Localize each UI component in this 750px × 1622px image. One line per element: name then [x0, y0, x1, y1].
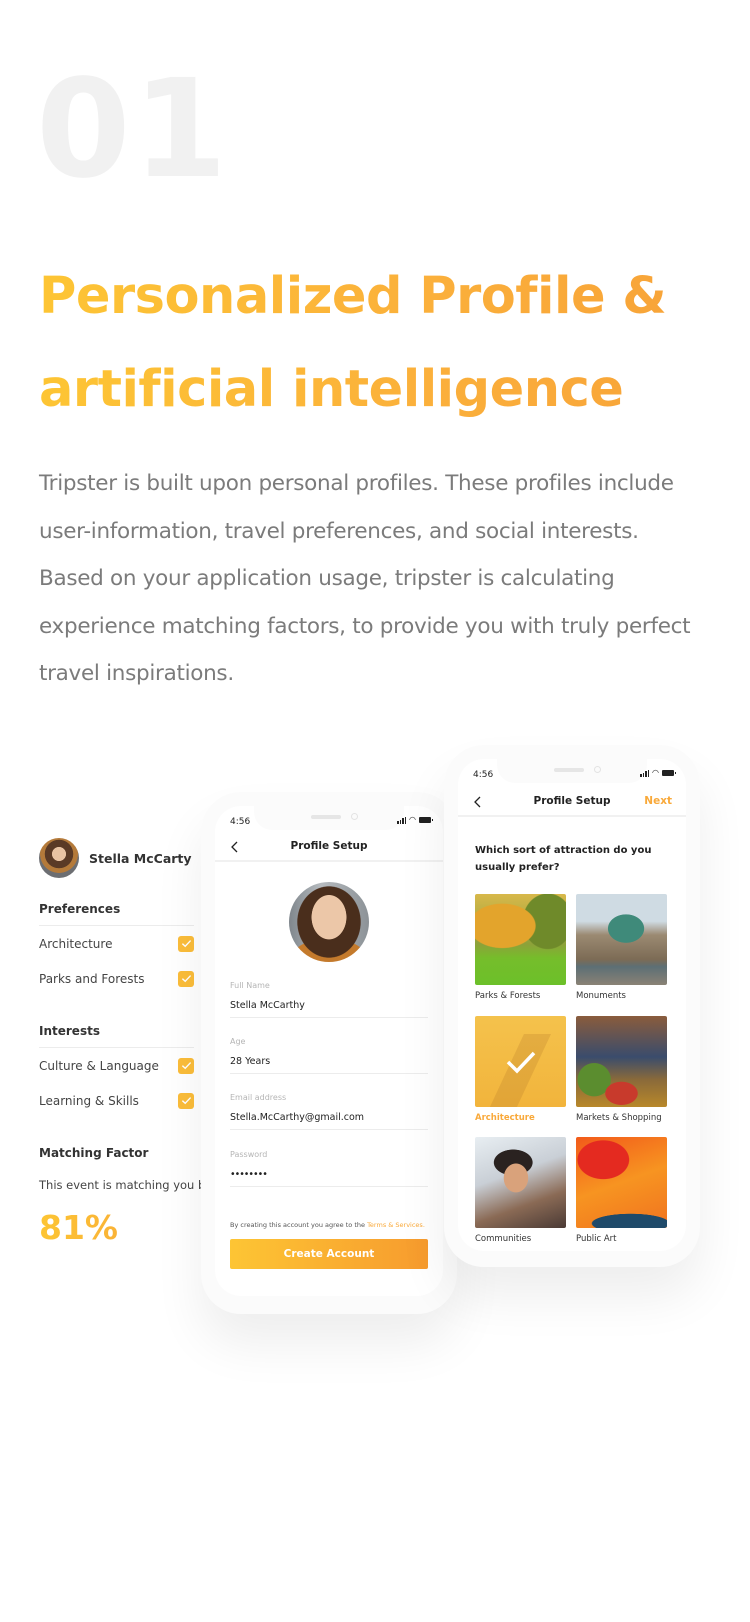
preference-label: Architecture [39, 936, 113, 951]
speaker [311, 815, 341, 819]
checkmark-icon [181, 1062, 191, 1070]
field-label: Password [230, 1150, 268, 1159]
phone-attractions: 4:56 ◠ Profile Setup Next Which sort of … [444, 745, 700, 1267]
attraction-tile-public-art[interactable]: Public Art [576, 1137, 667, 1244]
signal-icon [397, 816, 407, 824]
phone-notch [497, 759, 647, 783]
profile-card: Stella McCarty Preferences Architecture … [39, 838, 213, 1247]
field-label: Full Name [230, 981, 270, 990]
user-row: Stella McCarty [39, 838, 194, 878]
full-name-field[interactable]: Full Name Stella McCarthy [230, 981, 428, 1018]
user-name: Stella McCarty [89, 850, 192, 866]
attraction-tile-communities[interactable]: Communities [475, 1137, 566, 1244]
wifi-icon: ◠ [409, 815, 416, 824]
checkmark-icon [506, 1051, 535, 1074]
attractions-screen: 4:56 ◠ Profile Setup Next Which sort of … [458, 759, 686, 1251]
camera [594, 766, 601, 773]
tile-label: Parks & Forests [475, 991, 541, 1001]
chevron-left-icon[interactable] [229, 840, 241, 854]
communities-image [475, 1137, 566, 1228]
section-number: 01 [36, 51, 230, 209]
checkbox[interactable] [178, 935, 194, 952]
wifi-icon: ◠ [652, 768, 659, 777]
field-label: Age [230, 1037, 246, 1046]
field-value[interactable]: Stella.McCarthy@gmail.com [230, 1112, 428, 1129]
interest-label: Culture & Language [39, 1058, 159, 1073]
tile-label: Monuments [576, 991, 626, 1001]
checkbox[interactable] [178, 1057, 194, 1074]
tile-label: Architecture [475, 1113, 535, 1123]
terms-link[interactable]: Terms & Services. [367, 1221, 425, 1229]
age-field[interactable]: Age 28 Years [230, 1037, 428, 1074]
checkbox[interactable] [178, 970, 194, 987]
field-label: Email address [230, 1093, 287, 1102]
phone-notch [254, 806, 404, 830]
interests-title: Interests [39, 1024, 194, 1048]
nav-title: Profile Setup [290, 840, 368, 852]
preference-label: Parks and Forests [39, 971, 145, 986]
status-icons: ◠ [397, 815, 433, 824]
monuments-image [576, 894, 667, 985]
parks-image [475, 894, 566, 985]
headline-line-1: Personalized Profile & [39, 267, 667, 326]
attraction-tile-markets[interactable]: Markets & Shopping [576, 1016, 667, 1123]
signal-icon [640, 769, 650, 777]
status-time: 4:56 [473, 770, 494, 780]
matching-title: Matching Factor [39, 1146, 149, 1160]
description: Tripster is built upon personal profiles… [39, 471, 691, 686]
terms-text: By creating this account you agree to th… [230, 1221, 425, 1229]
attraction-question: Which sort of attraction do you usually … [475, 845, 652, 873]
interest-label: Learning & Skills [39, 1093, 139, 1108]
matching-percentage: 81% [39, 1208, 194, 1247]
field-value[interactable]: 28 Years [230, 1056, 428, 1073]
battery-icon [662, 770, 676, 776]
architecture-image [475, 1016, 566, 1107]
profile-avatar[interactable] [289, 882, 369, 962]
battery-icon [419, 817, 433, 823]
nav-title: Profile Setup [533, 795, 611, 807]
nav-bar: Profile Setup Next [458, 787, 686, 817]
field-value[interactable]: Stella McCarthy [230, 1000, 428, 1017]
headline: Personalized Profile & artificial intell… [39, 250, 739, 436]
interest-item[interactable]: Learning & Skills [39, 1083, 194, 1118]
chevron-left-icon[interactable] [472, 795, 484, 809]
phone-signup: 4:56 ◠ Profile Setup Full Name Stella Mc… [201, 792, 457, 1314]
checkmark-icon [181, 940, 191, 948]
public-art-image [576, 1137, 667, 1228]
status-icons: ◠ [640, 768, 676, 777]
email-field[interactable]: Email address Stella.McCarthy@gmail.com [230, 1093, 428, 1130]
tile-label: Markets & Shopping [576, 1113, 662, 1123]
field-value[interactable]: •••••••• [230, 1169, 428, 1186]
attraction-tile-architecture[interactable]: Architecture [475, 1016, 566, 1123]
terms-prefix: By creating this account you agree to th… [230, 1221, 368, 1229]
preference-item[interactable]: Parks and Forests [39, 961, 194, 996]
password-field[interactable]: Password •••••••• [230, 1150, 428, 1187]
markets-image [576, 1016, 667, 1107]
speaker [554, 768, 584, 772]
nav-bar: Profile Setup [215, 832, 443, 862]
tile-label: Public Art [576, 1234, 617, 1244]
status-time: 4:56 [230, 817, 251, 827]
next-button[interactable]: Next [644, 795, 672, 807]
tile-label: Communities [475, 1234, 532, 1244]
matching-text: This event is matching you by [39, 1178, 213, 1192]
create-account-button[interactable]: Create Account [230, 1239, 428, 1269]
checkmark-icon [181, 975, 191, 983]
camera [351, 813, 358, 820]
attraction-tile-monuments[interactable]: Monuments [576, 894, 667, 1001]
headline-line-2: artificial intelligence [39, 360, 624, 419]
attraction-tile-parks[interactable]: Parks & Forests [475, 894, 566, 1001]
preference-item[interactable]: Architecture [39, 926, 194, 961]
preferences-title: Preferences [39, 902, 194, 926]
checkbox[interactable] [178, 1092, 194, 1109]
avatar [39, 838, 79, 878]
interest-item[interactable]: Culture & Language [39, 1048, 194, 1083]
checkmark-icon [181, 1097, 191, 1105]
signup-screen: 4:56 ◠ Profile Setup Full Name Stella Mc… [215, 806, 443, 1296]
